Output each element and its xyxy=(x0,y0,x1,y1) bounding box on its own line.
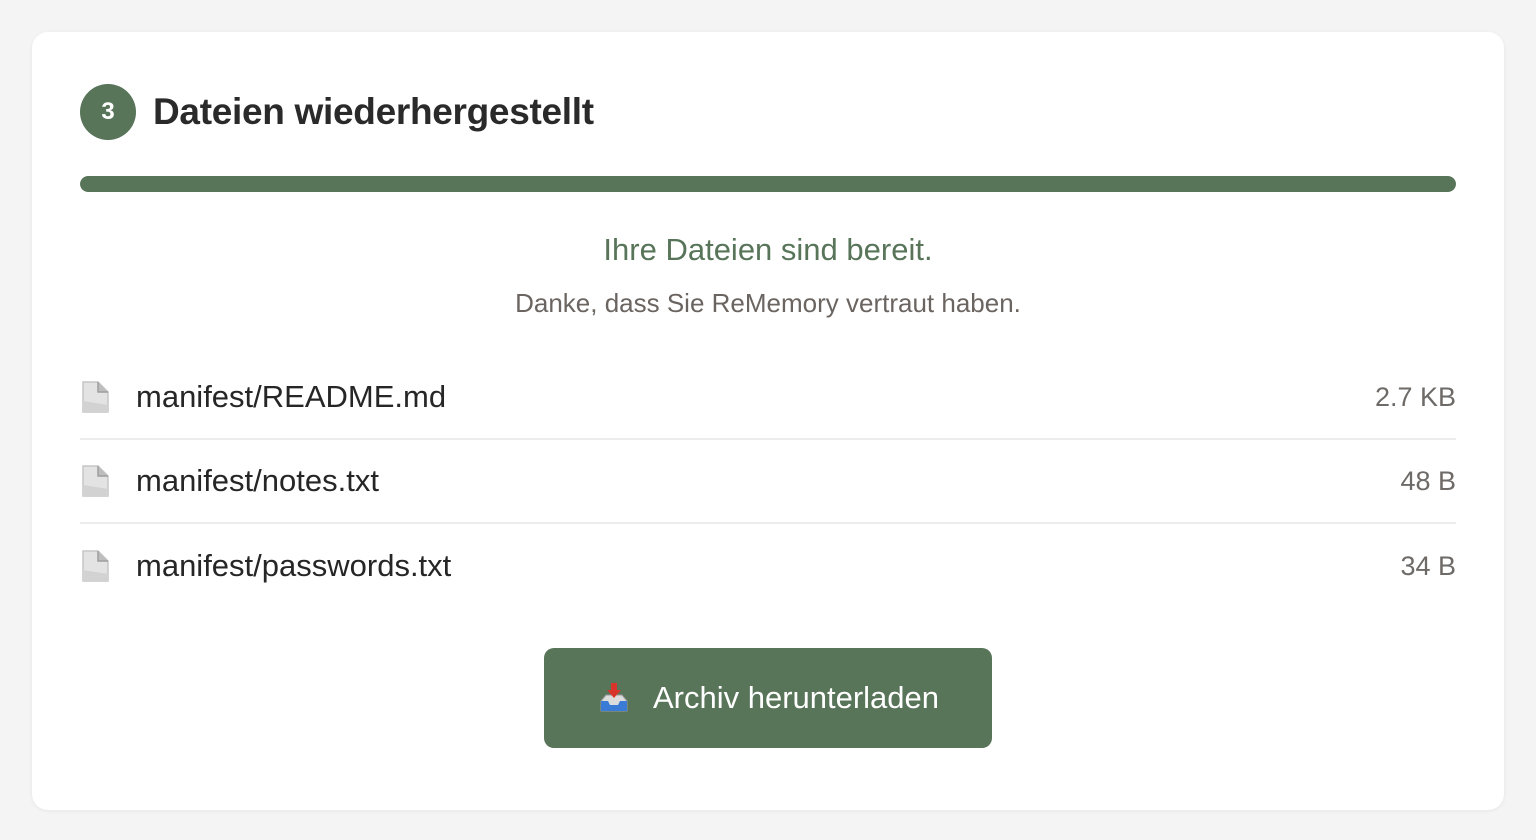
file-icon xyxy=(80,379,112,415)
success-message: Ihre Dateien sind bereit. xyxy=(603,232,933,267)
download-archive-button[interactable]: Archiv herunterladen xyxy=(544,648,992,748)
file-row: manifest/README.md 2.7 KB xyxy=(80,356,1456,440)
file-name: manifest/README.md xyxy=(136,379,447,414)
file-icon xyxy=(80,463,112,499)
restore-card: 3 Dateien wiederhergestellt Ihre Dateien… xyxy=(32,32,1504,810)
file-icon xyxy=(80,548,112,584)
step-title: Dateien wiederhergestellt xyxy=(153,91,594,132)
inbox-tray-icon xyxy=(597,681,631,715)
download-button-label: Archiv herunterladen xyxy=(652,680,940,715)
file-list: manifest/README.md 2.7 KB manifest/notes… xyxy=(80,356,1456,608)
file-row: manifest/passwords.txt 34 B xyxy=(80,524,1456,608)
file-name: manifest/passwords.txt xyxy=(136,548,452,583)
download-area: Archiv herunterladen xyxy=(80,648,1456,748)
file-row: manifest/notes.txt 48 B xyxy=(80,440,1456,524)
progress-bar-fill xyxy=(80,176,1456,192)
progress-bar xyxy=(80,176,1456,192)
file-size: 2.7 KB xyxy=(1374,381,1456,412)
thanks-message: Danke, dass Sie ReMemory vertraut haben. xyxy=(515,288,1021,318)
file-size: 48 B xyxy=(1400,465,1456,496)
file-size: 34 B xyxy=(1400,550,1456,581)
file-name: manifest/notes.txt xyxy=(136,463,379,498)
step-number-badge: 3 xyxy=(80,84,136,140)
step-header: 3 Dateien wiederhergestellt xyxy=(80,84,1456,140)
